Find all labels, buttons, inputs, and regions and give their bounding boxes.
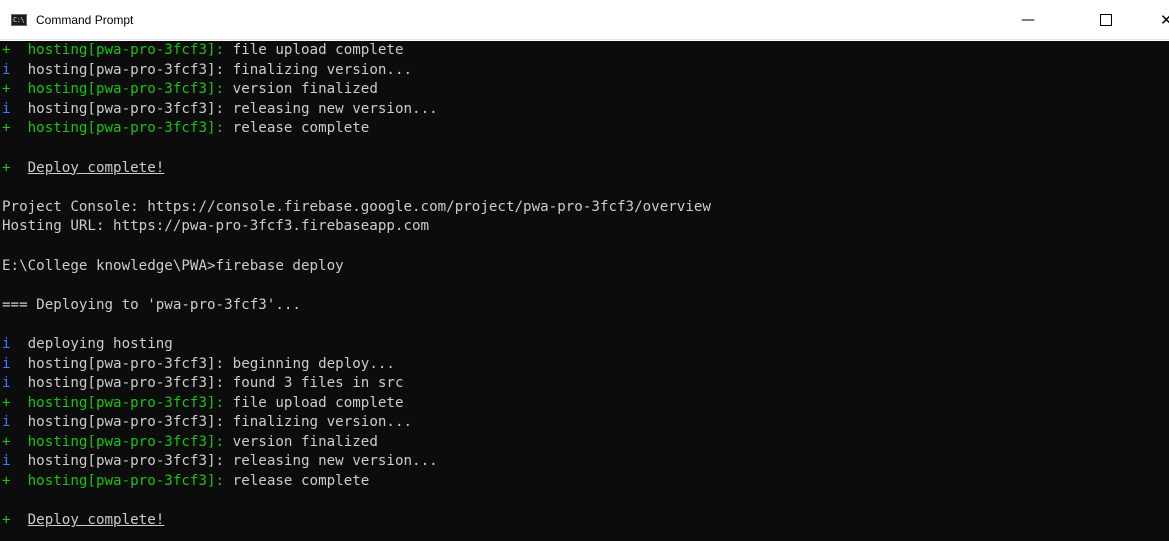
console-line: i hosting[pwa-pro-3fcf3]: releasing new … bbox=[2, 100, 1169, 120]
success-prefix: + bbox=[2, 42, 11, 58]
console-line: i hosting[pwa-pro-3fcf3]: found 3 files … bbox=[2, 374, 1169, 394]
console-line: i hosting[pwa-pro-3fcf3]: finalizing ver… bbox=[2, 413, 1169, 433]
console-line: i hosting[pwa-pro-3fcf3]: beginning depl… bbox=[2, 355, 1169, 375]
hosting-tag: hosting[pwa-pro-3fcf3]: bbox=[27, 394, 225, 411]
console-line: i hosting[pwa-pro-3fcf3]: finalizing ver… bbox=[2, 61, 1169, 81]
close-icon: ✕ bbox=[1160, 11, 1169, 29]
title-bar[interactable]: C:\ Command Prompt — ✕ bbox=[0, 0, 1169, 40]
hosting-tag: hosting[pwa-pro-3fcf3]: bbox=[27, 433, 225, 450]
command-prompt-window: C:\ Command Prompt — ✕ + hosting[pwa-pro… bbox=[0, 0, 1169, 541]
console-line: i hosting[pwa-pro-3fcf3]: releasing new … bbox=[2, 452, 1169, 472]
message-text: releasing new version... bbox=[224, 100, 438, 117]
message-text: release complete bbox=[224, 120, 370, 137]
console-line: Hosting URL: https://pwa-pro-3fcf3.fireb… bbox=[2, 217, 1169, 237]
console-line: + hosting[pwa-pro-3fcf3]: file upload co… bbox=[2, 394, 1169, 414]
console-text: Hosting URL: https://pwa-pro-3fcf3.fireb… bbox=[2, 218, 430, 235]
message-text: version finalized bbox=[224, 81, 378, 98]
console-line: + hosting[pwa-pro-3fcf3]: version finali… bbox=[2, 433, 1169, 453]
success-prefix: + bbox=[2, 120, 11, 137]
success-prefix: + bbox=[2, 81, 11, 98]
console-line: i deploying hosting bbox=[2, 335, 1169, 355]
hosting-tag: hosting[pwa-pro-3fcf3]: bbox=[27, 355, 225, 372]
message-text: file upload complete bbox=[224, 394, 404, 411]
console-line: Project Console: https://console.firebas… bbox=[2, 198, 1169, 218]
console-output[interactable]: + hosting[pwa-pro-3fcf3]: file upload co… bbox=[0, 41, 1169, 541]
info-prefix: i bbox=[2, 375, 11, 392]
hosting-tag: hosting[pwa-pro-3fcf3]: bbox=[27, 453, 225, 470]
window-title: Command Prompt bbox=[36, 13, 134, 27]
message-text: beginning deploy... bbox=[224, 355, 395, 372]
console-text: === Deploying to 'pwa-pro-3fcf3'... bbox=[2, 296, 301, 313]
console-line: E:\College knowledge\PWA>firebase deploy bbox=[2, 257, 1169, 277]
message-text: release complete bbox=[224, 473, 370, 490]
success-prefix: + bbox=[2, 159, 11, 176]
console-text: Project Console: https://console.firebas… bbox=[2, 198, 711, 215]
command-prompt-icon[interactable]: C:\ bbox=[11, 14, 27, 26]
info-prefix: i bbox=[2, 355, 11, 372]
success-prefix: + bbox=[2, 512, 11, 529]
success-prefix: + bbox=[2, 433, 11, 450]
success-prefix: + bbox=[2, 473, 11, 490]
info-prefix: i bbox=[2, 453, 11, 470]
close-button[interactable]: ✕ bbox=[1146, 0, 1169, 40]
app-icon-glyph: C:\ bbox=[13, 16, 25, 24]
message-text: releasing new version... bbox=[224, 453, 438, 470]
console-line: + Deploy complete! bbox=[2, 511, 1169, 531]
deploy-complete-text: Deploy complete! bbox=[27, 512, 165, 529]
message-text: version finalized bbox=[224, 433, 378, 450]
maximize-button[interactable] bbox=[1083, 0, 1129, 40]
hosting-tag: hosting[pwa-pro-3fcf3]: bbox=[27, 414, 225, 431]
message-text: finalizing version... bbox=[224, 414, 413, 431]
hosting-tag: hosting[pwa-pro-3fcf3]: bbox=[27, 61, 225, 78]
minimize-icon: — bbox=[1021, 12, 1035, 28]
message-text: finalizing version... bbox=[224, 61, 413, 78]
minimize-button[interactable]: — bbox=[1005, 0, 1051, 40]
info-prefix: i bbox=[2, 61, 11, 78]
hosting-tag: hosting[pwa-pro-3fcf3]: bbox=[27, 81, 225, 98]
console-line: + hosting[pwa-pro-3fcf3]: release comple… bbox=[2, 119, 1169, 139]
info-prefix: i bbox=[2, 414, 11, 431]
hosting-tag: hosting[pwa-pro-3fcf3]: bbox=[27, 473, 225, 490]
hosting-tag: hosting[pwa-pro-3fcf3]: bbox=[27, 42, 225, 58]
deploy-complete-text: Deploy complete! bbox=[27, 159, 165, 176]
message-text: deploying hosting bbox=[27, 335, 173, 352]
maximize-icon bbox=[1100, 13, 1112, 26]
info-prefix: i bbox=[2, 100, 11, 117]
console-text: E:\College knowledge\PWA>firebase deploy bbox=[2, 257, 344, 274]
hosting-tag: hosting[pwa-pro-3fcf3]: bbox=[27, 375, 225, 392]
console-line: === Deploying to 'pwa-pro-3fcf3'... bbox=[2, 296, 1169, 316]
hosting-tag: hosting[pwa-pro-3fcf3]: bbox=[27, 100, 225, 117]
hosting-tag: hosting[pwa-pro-3fcf3]: bbox=[27, 120, 225, 137]
message-text: found 3 files in src bbox=[224, 375, 404, 392]
message-text: file upload complete bbox=[224, 42, 404, 58]
info-prefix: i bbox=[2, 335, 11, 352]
console-line: + hosting[pwa-pro-3fcf3]: release comple… bbox=[2, 472, 1169, 492]
console-line: + hosting[pwa-pro-3fcf3]: version finali… bbox=[2, 80, 1169, 100]
success-prefix: + bbox=[2, 394, 11, 411]
console-line: + hosting[pwa-pro-3fcf3]: file upload co… bbox=[2, 41, 1169, 61]
console-line: + Deploy complete! bbox=[2, 159, 1169, 179]
